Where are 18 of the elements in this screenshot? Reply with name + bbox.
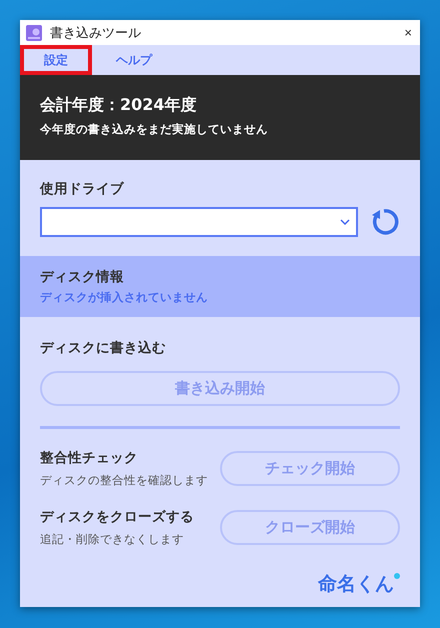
write-status-text: 今年度の書き込みをまだ実施していません [40, 122, 269, 137]
action-title: 整合性チェック [40, 449, 139, 467]
action-title: ディスクをクローズする [40, 508, 194, 526]
action-description: 追記・削除できなくします [40, 532, 185, 547]
fiscal-year-title: 会計年度：2024年度 [40, 95, 198, 116]
menu-item[interactable]: ヘルプ [92, 45, 176, 75]
drive-dropdown[interactable] [40, 207, 358, 237]
menu-item[interactable]: 設定 [20, 45, 92, 75]
drive-label: 使用ドライブ [40, 180, 125, 198]
caret-icon [340, 219, 350, 225]
window-title: 書き込みツール [50, 24, 142, 42]
brand-logo: 命名くん [318, 571, 400, 597]
disk-status-text: ディスクが挿入されていません [40, 290, 209, 305]
app-icon [26, 24, 42, 40]
action-description: ディスクの整合性を確認します [40, 473, 208, 488]
close-button[interactable]: × [402, 25, 414, 40]
disk-info-title: ディスク情報 [40, 268, 125, 286]
write-title: ディスクに書き込む [40, 339, 167, 357]
